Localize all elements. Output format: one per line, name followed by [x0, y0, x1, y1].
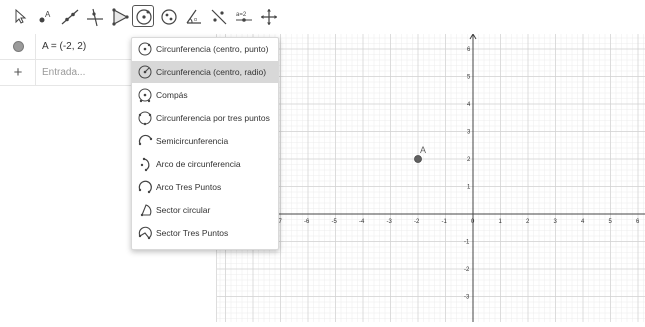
x-tick-label: 6: [636, 219, 640, 225]
y-tick-label: -1: [464, 240, 470, 246]
circle-center-radius-icon: [138, 65, 152, 79]
menu-item-sector-three-points[interactable]: Sector Tres Puntos: [132, 222, 278, 244]
visibility-toggle[interactable]: [0, 34, 36, 59]
menu-item-circle-three-points[interactable]: Circunferencia por tres puntos: [132, 107, 278, 129]
menu-item-label: Circunferencia (centro, radio): [156, 67, 267, 77]
move-tool-button[interactable]: [8, 5, 30, 27]
x-tick-label: -4: [359, 219, 365, 225]
menu-item-label: Semicircunferencia: [156, 136, 229, 146]
angle-tool-button[interactable]: α: [182, 5, 204, 27]
cursor-arrow-icon: [15, 8, 27, 24]
reflect-tool-button[interactable]: [207, 5, 229, 27]
ellipse-tool-button[interactable]: [157, 5, 179, 27]
x-tick-label: -3: [387, 219, 393, 225]
menu-item-circular-arc[interactable]: Arco de circunferencia: [132, 153, 278, 175]
menu-item-label: Circunferencia por tres puntos: [156, 113, 270, 123]
menu-item-circle-center-point[interactable]: Circunferencia (centro, punto): [132, 38, 278, 60]
ellipse-icon: [161, 9, 177, 25]
semicircle-icon: [138, 134, 153, 146]
circular-sector-icon: [140, 204, 152, 217]
circle-tool-button[interactable]: [132, 5, 154, 27]
circumcircular-sector-icon: [138, 226, 152, 240]
line-tool-button[interactable]: [58, 5, 80, 27]
polygon-tool-button[interactable]: [108, 5, 130, 27]
y-tick-label: 1: [467, 185, 471, 191]
x-tick-label: -5: [332, 219, 338, 225]
point-icon: A: [39, 10, 51, 23]
svg-text:α: α: [194, 17, 197, 23]
menu-item-compass[interactable]: Compás: [132, 84, 278, 106]
graphics-view[interactable]: -8-7-6-5-4-3-2-10123456654321-1-2-3-4A: [217, 33, 645, 327]
menu-item-semicircle[interactable]: Semicircunferencia: [132, 130, 278, 152]
x-tick-label: 4: [581, 219, 585, 225]
y-tick-label: -3: [464, 295, 470, 301]
polygon-icon: [112, 8, 129, 26]
algebra-object-text[interactable]: A = (-2, 2): [42, 34, 86, 59]
line-icon: [61, 9, 79, 25]
reflect-icon: [211, 9, 227, 25]
slider-icon: a=2: [236, 12, 252, 22]
angle-icon: α: [186, 9, 201, 24]
menu-item-circle-center-radius[interactable]: Circunferencia (centro, radio): [132, 61, 278, 83]
plus-icon: +: [13, 64, 23, 81]
input-field[interactable]: Entrada...: [42, 60, 85, 85]
x-tick-label: 5: [609, 219, 613, 225]
x-tick-label: -6: [304, 219, 310, 225]
menu-item-label: Arco Tres Puntos: [156, 182, 222, 192]
menu-item-label: Arco de circunferencia: [156, 159, 241, 169]
move-view-icon: [261, 9, 277, 25]
move-view-tool-button[interactable]: [257, 5, 279, 27]
point-color-icon: [13, 41, 24, 52]
point-tool-label: A: [45, 10, 51, 19]
x-tick-label: -1: [442, 219, 448, 225]
menu-item-label: Sector Tres Puntos: [156, 228, 229, 238]
y-tick-label: -2: [464, 267, 470, 273]
circle-tools-menu: Circunferencia (centro, punto) Circunfer…: [131, 37, 279, 250]
x-tick-label: 2: [526, 219, 530, 225]
point-a: [414, 155, 422, 163]
point-a-label: A: [420, 145, 426, 155]
menu-item-arc-three-points[interactable]: Arco Tres Puntos: [132, 176, 278, 198]
circle-center-point-icon: [138, 42, 152, 56]
y-tick-label: 4: [467, 102, 471, 108]
toolbar: A α a=2: [0, 0, 645, 34]
x-tick-label: 0: [471, 219, 475, 225]
slider-tool-button[interactable]: a=2: [232, 5, 254, 27]
menu-item-circular-sector[interactable]: Sector circular: [132, 199, 278, 221]
point-tool-button[interactable]: A: [33, 5, 55, 27]
menu-item-label: Sector circular: [156, 205, 211, 215]
y-tick-label: 6: [467, 47, 471, 53]
x-tick-label: -2: [414, 219, 420, 225]
compass-icon: [138, 88, 152, 103]
coordinate-plane[interactable]: -8-7-6-5-4-3-2-10123456654321-1-2-3-4A: [217, 33, 645, 327]
x-tick-label: 1: [499, 219, 503, 225]
circle-three-points-icon: [138, 111, 152, 126]
circle-center-point-icon: [136, 9, 152, 25]
y-tick-label: 5: [467, 75, 471, 81]
perpendicular-tool-button[interactable]: [83, 5, 105, 27]
x-tick-label: 3: [554, 219, 558, 225]
circumcircular-arc-icon: [138, 180, 152, 194]
add-marker[interactable]: +: [0, 60, 36, 85]
menu-item-label: Circunferencia (centro, punto): [156, 44, 269, 54]
y-tick-label: 2: [467, 157, 471, 163]
slider-tool-label: a=2: [236, 12, 247, 18]
perpendicular-line-icon: [87, 8, 103, 27]
menu-item-label: Compás: [156, 90, 188, 100]
y-tick-label: 3: [467, 130, 471, 136]
circular-arc-icon: [140, 157, 150, 172]
